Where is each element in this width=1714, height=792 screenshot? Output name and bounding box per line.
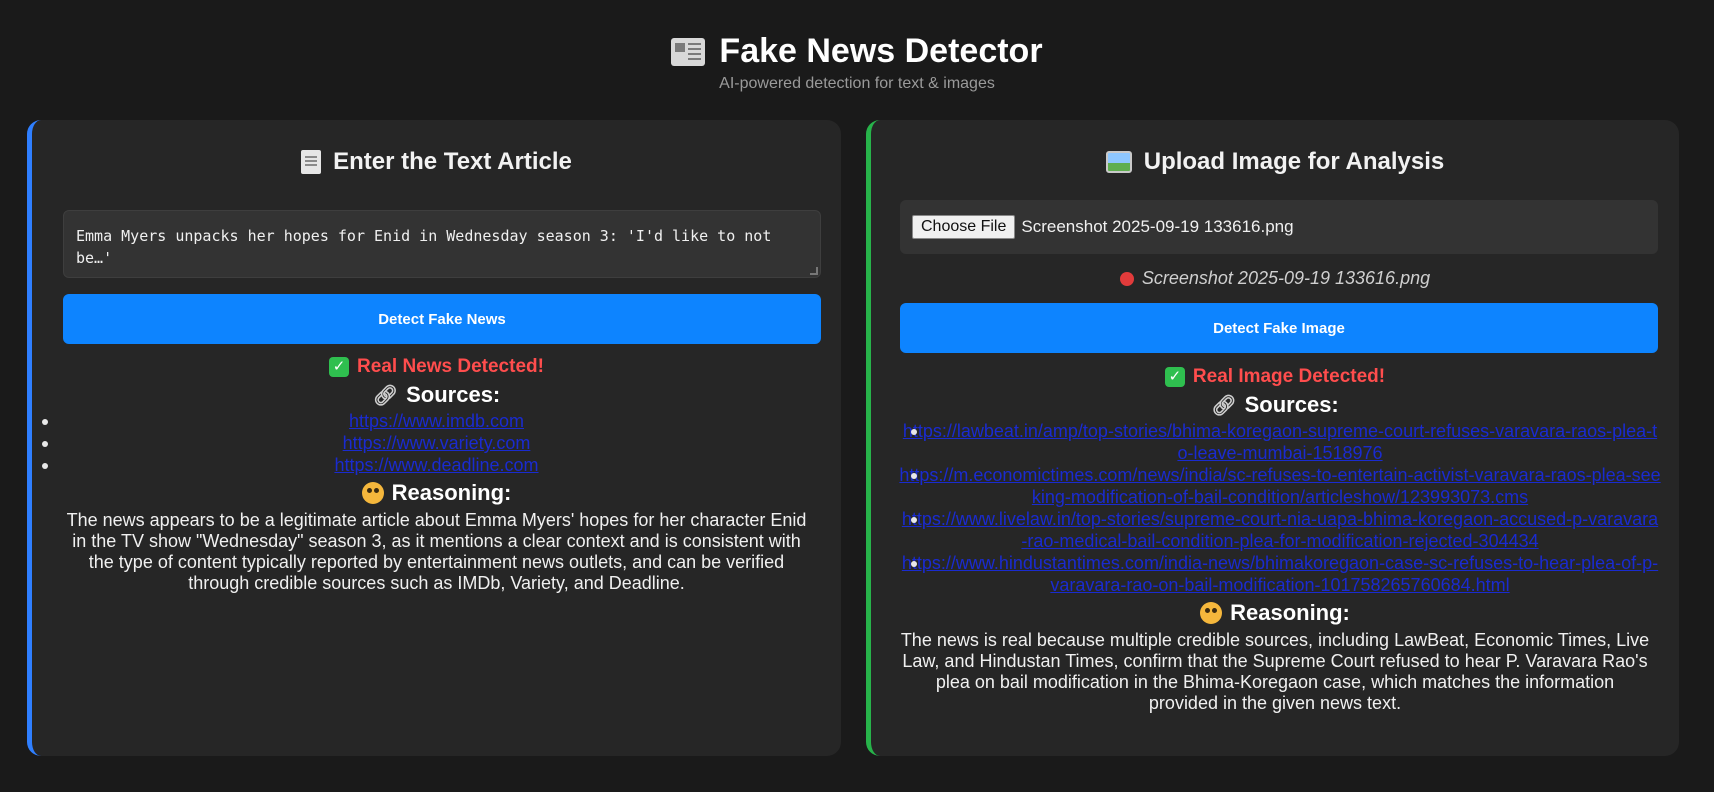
- article-textarea[interactable]: Emma Myers unpacks her hopes for Enid in…: [63, 210, 821, 278]
- source-link[interactable]: https://www.livelaw.in/top-stories/supre…: [902, 509, 1658, 551]
- list-item: https://www.hindustantimes.com/india-new…: [899, 552, 1661, 596]
- image-sources-list: https://lawbeat.in/amp/top-stories/bhima…: [871, 420, 1679, 596]
- link-icon: 🔗︎: [372, 384, 399, 407]
- image-result: ✓ Real Image Detected! 🔗︎ Sources: https…: [871, 366, 1679, 714]
- image-panel-title: Upload Image for Analysis: [1143, 148, 1445, 175]
- source-link[interactable]: https://m.economictimes.com/news/india/s…: [899, 465, 1660, 507]
- pushpin-icon: [1119, 271, 1134, 286]
- list-item: https://www.deadline.com: [32, 454, 841, 476]
- image-analysis-panel: Upload Image for Analysis Choose File Sc…: [866, 120, 1679, 756]
- page-header: Fake News Detector AI-powered detection …: [0, 32, 1714, 93]
- selected-file-name: Screenshot 2025-09-19 133616.png: [1021, 217, 1294, 236]
- source-link[interactable]: https://www.imdb.com: [349, 411, 524, 431]
- list-item: https://www.imdb.com: [32, 410, 841, 432]
- picture-icon: [1105, 151, 1132, 173]
- list-item: https://www.variety.com: [32, 432, 841, 454]
- image-reasoning: The news is real because multiple credib…: [900, 630, 1650, 713]
- source-link[interactable]: https://www.hindustantimes.com/india-new…: [902, 553, 1658, 595]
- image-sources-heading-row: 🔗︎ Sources:: [871, 392, 1679, 418]
- detect-fake-news-button[interactable]: Detect Fake News: [63, 294, 821, 344]
- image-panel-title-row: Upload Image for Analysis: [871, 148, 1679, 176]
- app-title: Fake News Detector: [719, 32, 1043, 70]
- text-status-row: ✓ Real News Detected!: [32, 356, 841, 378]
- text-reasoning-heading-row: Reasoning:: [32, 480, 841, 506]
- source-link[interactable]: https://www.variety.com: [343, 433, 531, 453]
- list-item: https://m.economictimes.com/news/india/s…: [899, 464, 1661, 508]
- choose-file-button[interactable]: Choose File: [912, 215, 1016, 239]
- document-icon: [301, 150, 322, 174]
- text-panel-title-row: Enter the Text Article: [32, 148, 841, 176]
- link-icon: 🔗︎: [1211, 394, 1237, 417]
- file-caption: Screenshot 2025-09-19 133616.png: [1141, 268, 1431, 288]
- text-panel-title: Enter the Text Article: [333, 148, 572, 175]
- newspaper-icon: [671, 37, 706, 66]
- thinking-face-icon: [1200, 602, 1223, 624]
- check-icon: ✓: [329, 357, 350, 377]
- text-status: Real News Detected!: [357, 356, 544, 377]
- text-sources-list: https://www.imdb.com https://www.variety…: [32, 410, 841, 476]
- file-input[interactable]: Choose File Screenshot 2025-09-19 133616…: [900, 200, 1658, 254]
- text-analysis-panel: Enter the Text Article Emma Myers unpack…: [27, 120, 841, 756]
- list-item: https://lawbeat.in/amp/top-stories/bhima…: [899, 420, 1661, 464]
- list-item: https://www.livelaw.in/top-stories/supre…: [899, 508, 1661, 552]
- detect-fake-image-button[interactable]: Detect Fake Image: [900, 303, 1658, 353]
- image-reasoning-heading: Reasoning:: [1230, 600, 1350, 625]
- text-result: ✓ Real News Detected! 🔗︎ Sources: https:…: [32, 356, 841, 594]
- app-subtitle: AI-powered detection for text & images: [719, 75, 995, 92]
- textarea-resize-handle[interactable]: [810, 267, 818, 275]
- source-link[interactable]: https://www.deadline.com: [334, 455, 538, 475]
- source-link[interactable]: https://lawbeat.in/amp/top-stories/bhima…: [903, 421, 1657, 463]
- text-reasoning: The news appears to be a legitimate arti…: [66, 510, 807, 593]
- thinking-face-icon: [361, 482, 384, 504]
- article-text-value: Emma Myers unpacks her hopes for Enid in…: [76, 227, 772, 267]
- text-sources-heading-row: 🔗︎ Sources:: [32, 382, 841, 408]
- check-icon: ✓: [1164, 367, 1185, 387]
- text-sources-heading: Sources:: [406, 382, 501, 407]
- image-sources-heading: Sources:: [1244, 392, 1339, 417]
- file-caption-row: Screenshot 2025-09-19 133616.png: [871, 268, 1679, 289]
- image-reasoning-heading-row: Reasoning:: [871, 600, 1679, 626]
- image-status-row: ✓ Real Image Detected!: [871, 366, 1679, 388]
- text-reasoning-heading: Reasoning:: [391, 480, 512, 505]
- image-status: Real Image Detected!: [1192, 366, 1386, 387]
- app-title-row: Fake News Detector: [671, 32, 1043, 71]
